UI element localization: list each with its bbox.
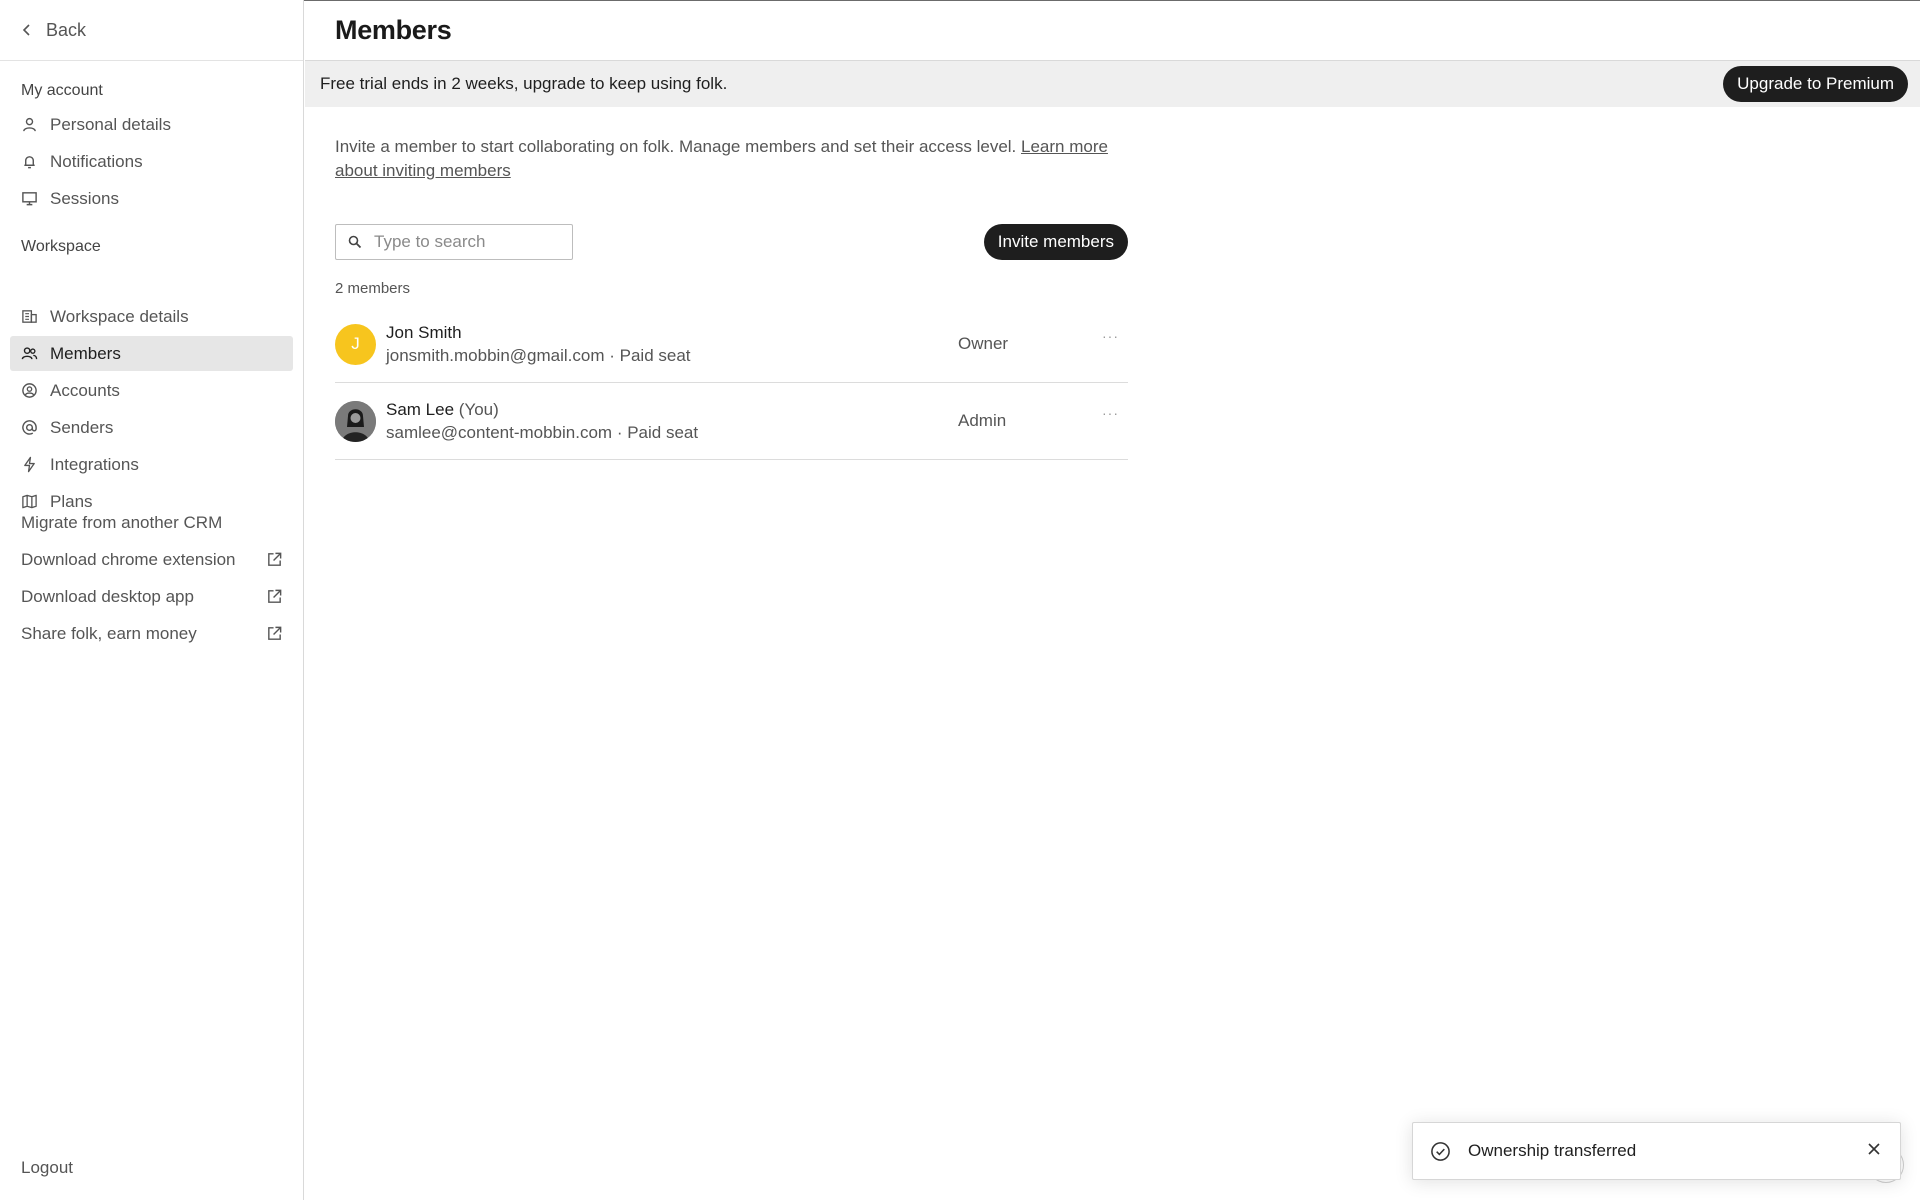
link-label: Download desktop app	[21, 586, 194, 606]
profile-photo	[335, 400, 376, 442]
external-link-icon	[268, 626, 282, 640]
monitor-icon	[22, 192, 37, 206]
avatar	[335, 400, 376, 442]
user-icon	[23, 117, 36, 132]
trial-banner: Free trial ends in 2 weeks, upgrade to k…	[305, 61, 1920, 107]
sidebar-item-senders[interactable]: Senders	[10, 410, 293, 445]
toast-notification: Ownership transferred	[1412, 1122, 1901, 1180]
sidebar-item-label: Accounts	[50, 380, 120, 400]
link-label: Download chrome extension	[21, 549, 236, 569]
user-circle-icon	[22, 383, 37, 398]
workspace-nav: Workspace details Members Accounts Sende…	[10, 299, 293, 521]
sidebar-item-label: Notifications	[50, 151, 143, 171]
member-name-line: Jon Smith	[386, 321, 691, 344]
members-content: Invite a member to start collaborating o…	[335, 135, 1145, 460]
members-toolbar: Invite members	[335, 223, 1128, 261]
member-detail-line: jonsmith.mobbin@gmail.com · Paid seat	[386, 346, 691, 365]
back-label: Back	[46, 19, 87, 40]
sidebar-item-sessions[interactable]: Sessions	[10, 181, 293, 216]
trial-banner-text: Free trial ends in 2 weeks, upgrade to k…	[320, 74, 728, 93]
main-panel: Members Free trial ends in 2 weeks, upgr…	[305, 0, 1920, 1200]
member-role[interactable]: Admin	[958, 411, 1006, 431]
sidebar-item-integrations[interactable]: Integrations	[10, 447, 293, 482]
users-icon	[21, 347, 38, 360]
member-name: Jon Smith	[386, 323, 462, 342]
toast-message: Ownership transferred	[1468, 1141, 1637, 1160]
search-box[interactable]	[335, 224, 573, 260]
sidebar-item-label: Personal details	[50, 114, 171, 134]
sidebar-item-label: Senders	[50, 417, 114, 437]
section-title-my-account: My account	[21, 82, 103, 99]
sidebar-links: Migrate from another CRM Download chrome…	[0, 504, 303, 652]
search-input[interactable]	[374, 232, 554, 252]
member-info: Sam Lee (You) samlee@content-mobbin.com …	[386, 398, 698, 444]
bolt-icon	[24, 456, 35, 473]
link-label: Share folk, earn money	[21, 623, 197, 643]
link-migrate-crm[interactable]: Migrate from another CRM	[0, 504, 303, 541]
sidebar-item-label: Sessions	[50, 188, 119, 208]
building-icon	[22, 310, 37, 323]
more-options-button[interactable]: ···	[1102, 405, 1119, 421]
bell-icon	[24, 156, 35, 169]
page-header: Members	[305, 0, 1920, 61]
member-info: Jon Smith jonsmith.mobbin@gmail.com · Pa…	[386, 321, 691, 367]
close-icon[interactable]	[1867, 1142, 1881, 1156]
check-circle-icon	[1431, 1141, 1450, 1161]
avatar: J	[335, 323, 376, 365]
member-row[interactable]: Sam Lee (You) samlee@content-mobbin.com …	[335, 383, 1128, 460]
page-title: Members	[335, 14, 452, 45]
member-email: jonsmith.mobbin@gmail.com	[386, 346, 605, 365]
account-nav: Personal details Notifications Sessions	[10, 107, 293, 218]
you-tag: (You)	[458, 400, 499, 419]
external-link-icon	[268, 552, 282, 566]
member-row[interactable]: J Jon Smith jonsmith.mobbin@gmail.com · …	[335, 306, 1128, 383]
sidebar-item-label: Members	[50, 343, 121, 363]
more-options-button[interactable]: ···	[1102, 328, 1119, 344]
member-seat: Paid seat	[619, 346, 691, 365]
link-desktop-app[interactable]: Download desktop app	[0, 578, 303, 615]
link-share-folk[interactable]: Share folk, earn money	[0, 615, 303, 652]
sidebar-item-label: Integrations	[50, 454, 139, 474]
sidebar-item-personal-details[interactable]: Personal details	[10, 107, 293, 142]
back-button[interactable]: Back	[0, 0, 303, 61]
sidebar-item-accounts[interactable]: Accounts	[10, 373, 293, 408]
intro-text: Invite a member to start collaborating o…	[335, 135, 1125, 183]
sidebar: Back My account Personal details Notific…	[0, 0, 304, 1200]
member-name: Sam Lee	[386, 400, 455, 419]
intro-body: Invite a member to start collaborating o…	[335, 137, 1021, 156]
link-label: Migrate from another CRM	[21, 512, 223, 532]
search-icon	[348, 235, 362, 249]
upgrade-button[interactable]: Upgrade to Premium	[1723, 66, 1908, 102]
sidebar-item-label: Workspace details	[50, 306, 189, 326]
member-name-line: Sam Lee (You)	[386, 398, 698, 421]
sidebar-item-workspace-details[interactable]: Workspace details	[10, 299, 293, 334]
member-seat: Paid seat	[627, 423, 699, 442]
member-role[interactable]: Owner	[958, 334, 1008, 354]
member-count: 2 members	[335, 280, 411, 297]
logout-button[interactable]: Logout	[21, 1158, 73, 1178]
member-detail-line: samlee@content-mobbin.com · Paid seat	[386, 423, 699, 442]
section-title-workspace: Workspace	[21, 238, 101, 255]
sidebar-item-notifications[interactable]: Notifications	[10, 144, 293, 179]
link-chrome-extension[interactable]: Download chrome extension	[0, 541, 303, 578]
invite-members-button[interactable]: Invite members	[983, 224, 1128, 260]
member-email: samlee@content-mobbin.com	[386, 423, 613, 442]
sidebar-item-members[interactable]: Members	[10, 336, 293, 371]
external-link-icon	[268, 589, 282, 603]
chevron-left-icon	[22, 24, 30, 36]
members-list: J Jon Smith jonsmith.mobbin@gmail.com · …	[335, 306, 1128, 460]
at-sign-icon	[22, 420, 37, 435]
